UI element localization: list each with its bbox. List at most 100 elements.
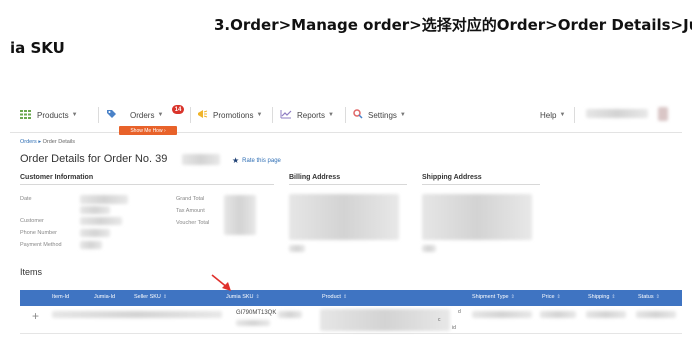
avatar[interactable]	[658, 107, 668, 121]
time-value-redacted	[80, 206, 110, 214]
column-header-jumia-sku[interactable]: Jumia SKU ⇕	[226, 294, 260, 300]
caption-line-1: 3.Order>Manage order>选择对应的Order>Order De…	[214, 16, 692, 34]
shipping-address-heading: Shipping Address	[422, 174, 482, 181]
row-ids-redacted	[52, 311, 222, 318]
price-redacted	[540, 311, 576, 318]
billing-address-redacted	[289, 245, 305, 252]
voucher-total-label: Voucher Total	[176, 220, 210, 226]
jumia-sku-redacted	[236, 320, 270, 326]
account-name-redacted[interactable]	[586, 109, 648, 118]
jumia-sku-redacted	[278, 311, 302, 318]
column-header-seller-sku[interactable]: Seller SKU ⇕	[134, 294, 167, 300]
caption-line-2: ia SKU	[10, 39, 65, 57]
column-header-product[interactable]: Product ⇕	[322, 294, 347, 300]
product-name-redacted	[320, 309, 450, 331]
table-row: + GI790MT13QK d c id	[20, 306, 682, 334]
shipping-address-redacted	[422, 245, 436, 252]
show-me-how-label: Show Me How	[130, 127, 163, 134]
expand-row-button[interactable]: +	[32, 309, 39, 323]
sort-icon: ⇕	[255, 294, 260, 300]
shipment-type-redacted	[472, 311, 532, 318]
chevron-down-icon: ▼	[157, 112, 164, 118]
nav-orders-label: Orders	[130, 110, 155, 120]
phone-value-redacted	[80, 229, 110, 237]
chevron-down-icon: ▼	[559, 112, 566, 118]
items-table-header: Item-Id Jumia-Id Seller SKU ⇕ Jumia SKU ⇕ …	[20, 290, 682, 306]
show-me-how-button[interactable]: Show Me How ›	[119, 126, 177, 135]
nav-reports-label: Reports	[297, 110, 326, 120]
nav-divider	[345, 107, 346, 123]
megaphone-icon	[197, 109, 208, 121]
sort-icon: ⇕	[342, 294, 348, 300]
column-header-status[interactable]: Status ⇕	[638, 294, 660, 300]
breadcrumb-orders-link[interactable]: Orders	[20, 139, 37, 145]
date-value-redacted	[80, 195, 128, 204]
line-chart-icon	[280, 109, 292, 121]
column-header-price[interactable]: Price ⇕	[542, 294, 561, 300]
nav-settings[interactable]: Settings ▼	[353, 108, 406, 122]
billing-address-heading: Billing Address	[289, 174, 341, 181]
section-divider	[422, 184, 540, 185]
nav-divider	[272, 107, 273, 123]
top-navigation: Products ▼ Orders ▼ 14 Show Me How › Pro…	[10, 97, 682, 135]
sort-icon: ⇕	[556, 294, 561, 300]
page-title: Order Details for Order No. 39	[20, 153, 168, 165]
breadcrumb-separator: ▸	[38, 139, 42, 145]
rate-this-page-label: Rate this page	[242, 157, 281, 164]
product-text-fragment: c	[438, 317, 441, 323]
items-heading: Items	[20, 267, 43, 277]
column-header-item-id[interactable]: Item-Id	[52, 294, 69, 300]
column-header-shipping[interactable]: Shipping ⇕	[588, 294, 616, 300]
settings-icon	[353, 109, 363, 121]
chevron-down-icon: ▼	[399, 112, 406, 118]
payment-value-redacted	[80, 241, 102, 249]
billing-address-redacted	[289, 194, 399, 240]
date-label: Date	[20, 196, 32, 202]
customer-label: Customer	[20, 218, 44, 224]
product-text-fragment: id	[452, 325, 456, 331]
customer-value-redacted	[80, 217, 122, 225]
nav-products-label: Products	[37, 110, 69, 120]
nav-promotions-label: Promotions	[213, 110, 254, 120]
grid-icon	[20, 109, 32, 121]
nav-reports[interactable]: Reports ▼	[280, 108, 334, 122]
items-table: Item-Id Jumia-Id Seller SKU ⇕ Jumia SKU ⇕ …	[20, 290, 682, 334]
breadcrumb: Orders ▸ Order Details	[20, 139, 75, 145]
rate-this-page-link[interactable]: ★ Rate this page	[232, 156, 281, 165]
product-text-fragment: d	[458, 309, 461, 315]
tag-icon	[106, 109, 117, 121]
sort-icon: ⇕	[611, 294, 616, 300]
chevron-down-icon: ▼	[328, 112, 334, 118]
sort-icon: ⇕	[162, 294, 168, 300]
nav-divider	[98, 107, 99, 123]
breadcrumb-current: Order Details	[42, 139, 76, 145]
star-icon: ★	[232, 156, 240, 165]
nav-help[interactable]: Help ▼	[540, 108, 565, 122]
tax-amount-label: Tax Amount	[176, 208, 205, 214]
nav-orders[interactable]: Orders ▼	[106, 108, 163, 122]
nav-divider	[190, 107, 191, 123]
nav-products[interactable]: Products ▼	[20, 108, 78, 122]
sort-icon: ⇕	[655, 294, 660, 300]
grand-total-label: Grand Total	[176, 196, 205, 202]
customer-information-heading: Customer Information	[20, 174, 94, 181]
column-header-jumia-id[interactable]: Jumia-Id	[94, 294, 115, 300]
shipping-address-redacted	[422, 194, 532, 240]
jumia-sku-value: GI790MT13QK	[236, 310, 277, 316]
nav-settings-label: Settings	[368, 110, 397, 120]
section-divider	[20, 184, 274, 185]
nav-help-label: Help	[540, 110, 557, 120]
chevron-down-icon: ▼	[71, 112, 78, 118]
column-header-shipment-type[interactable]: Shipment Type ⇕	[472, 294, 515, 300]
shipping-redacted	[586, 311, 626, 318]
nav-promotions[interactable]: Promotions ▼	[197, 108, 262, 122]
sort-icon: ⇕	[510, 294, 515, 300]
section-divider	[289, 184, 407, 185]
chevron-down-icon: ▼	[256, 112, 263, 118]
order-number-redacted	[182, 154, 220, 165]
totals-value-redacted	[224, 195, 256, 235]
nav-divider	[574, 107, 575, 123]
status-redacted	[636, 311, 676, 318]
seller-center-screenshot: Products ▼ Orders ▼ 14 Show Me How › Pro…	[10, 97, 682, 345]
phone-number-label: Phone Number	[20, 230, 57, 236]
